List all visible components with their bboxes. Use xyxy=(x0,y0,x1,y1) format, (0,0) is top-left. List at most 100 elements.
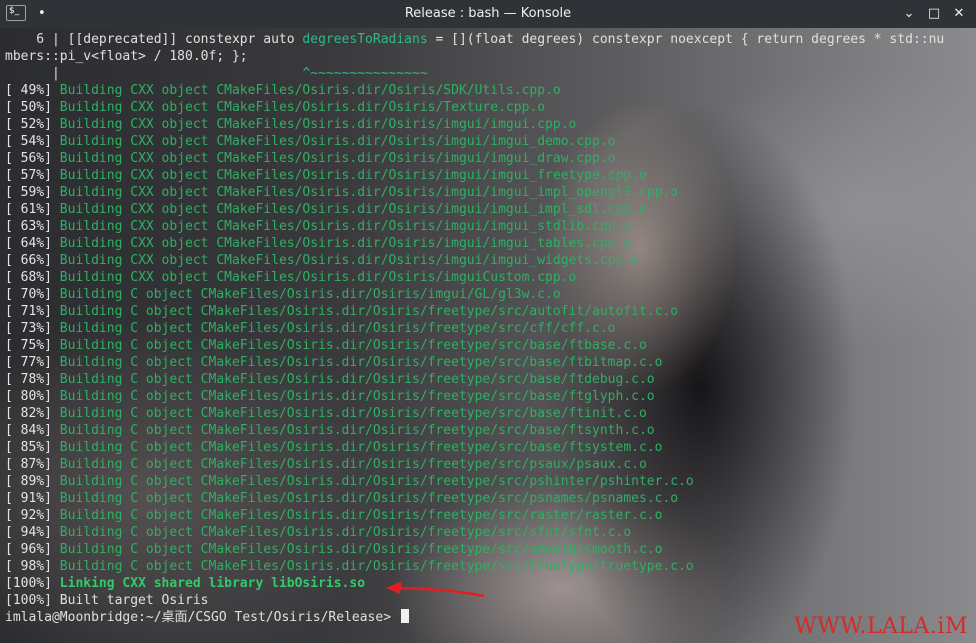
build-message: Building C object CMakeFiles/Osiris.dir/… xyxy=(59,491,679,506)
build-line: [ 49%] Building CXX object CMakeFiles/Os… xyxy=(5,82,973,99)
build-message: Building C object CMakeFiles/Osiris.dir/… xyxy=(59,287,561,302)
build-percent: [ 77%] xyxy=(5,355,52,370)
text-cursor xyxy=(400,609,409,623)
maximize-button[interactable]: □ xyxy=(925,5,943,23)
build-message: Building CXX object CMakeFiles/Osiris.di… xyxy=(59,270,577,285)
arrow-shaft xyxy=(393,586,485,598)
build-line: [ 54%] Building CXX object CMakeFiles/Os… xyxy=(5,133,973,150)
build-message: Building C object CMakeFiles/Osiris.dir/… xyxy=(59,508,663,523)
build-message: Building C object CMakeFiles/Osiris.dir/… xyxy=(59,355,663,370)
watermark-text: WWW.LALA.iM xyxy=(793,614,968,639)
build-message: Building CXX object CMakeFiles/Osiris.di… xyxy=(59,168,647,183)
build-percent: [ 61%] xyxy=(5,202,52,217)
build-line: [ 64%] Building CXX object CMakeFiles/Os… xyxy=(5,235,973,252)
warning-function-name: degreesToRadians xyxy=(302,32,428,47)
build-percent: [ 59%] xyxy=(5,185,52,200)
build-message: Building C object CMakeFiles/Osiris.dir/… xyxy=(59,321,616,336)
arrow-head xyxy=(386,581,402,594)
red-arrow-annotation xyxy=(386,581,485,598)
build-percent: [ 98%] xyxy=(5,559,52,574)
build-percent: [ 70%] xyxy=(5,287,52,302)
build-percent: [ 84%] xyxy=(5,423,52,438)
build-message: Building C object CMakeFiles/Osiris.dir/… xyxy=(59,304,679,319)
build-line: [ 56%] Building CXX object CMakeFiles/Os… xyxy=(5,150,973,167)
build-line: [ 85%] Building C object CMakeFiles/Osir… xyxy=(5,439,973,456)
build-line: [ 91%] Building C object CMakeFiles/Osir… xyxy=(5,490,973,507)
title-bar[interactable]: $_ • Release : bash — Konsole ⌄ □ ✕ xyxy=(0,0,976,28)
build-line: [ 68%] Building CXX object CMakeFiles/Os… xyxy=(5,269,973,286)
build-percent: [ 85%] xyxy=(5,440,52,455)
build-line: [ 87%] Building C object CMakeFiles/Osir… xyxy=(5,456,973,473)
build-message: Building CXX object CMakeFiles/Osiris.di… xyxy=(59,202,647,217)
build-percent: [ 54%] xyxy=(5,134,52,149)
build-line: [ 57%] Building CXX object CMakeFiles/Os… xyxy=(5,167,973,184)
build-message: Building CXX object CMakeFiles/Osiris.di… xyxy=(59,253,639,268)
build-percent: [ 89%] xyxy=(5,474,52,489)
build-message: Building C object CMakeFiles/Osiris.dir/… xyxy=(59,389,655,404)
build-message: Building C object CMakeFiles/Osiris.dir/… xyxy=(59,423,655,438)
build-line: [ 84%] Building C object CMakeFiles/Osir… xyxy=(5,422,973,439)
build-message: Building C object CMakeFiles/Osiris.dir/… xyxy=(59,372,655,387)
build-percent: [ 82%] xyxy=(5,406,52,421)
build-percent: [ 57%] xyxy=(5,168,52,183)
warning-tilde-pad xyxy=(60,66,303,81)
build-line: [ 77%] Building C object CMakeFiles/Osir… xyxy=(5,354,973,371)
build-message: Building C object CMakeFiles/Osiris.dir/… xyxy=(59,457,647,472)
minimize-button[interactable]: ⌄ xyxy=(900,5,918,23)
build-line: [ 66%] Building CXX object CMakeFiles/Os… xyxy=(5,252,973,269)
warning-text: 6 | [[deprecated]] constexpr auto xyxy=(5,32,303,47)
build-line: [ 70%] Building C object CMakeFiles/Osir… xyxy=(5,286,973,303)
build-percent: [ 64%] xyxy=(5,236,52,251)
build-message: Building CXX object CMakeFiles/Osiris.di… xyxy=(59,83,561,98)
build-percent: [ 87%] xyxy=(5,457,52,472)
build-message: Building C object CMakeFiles/Osiris.dir/… xyxy=(59,559,694,574)
warning-line-3: | ^~~~~~~~~~~~~~~~ xyxy=(5,65,973,82)
warning-tilde-marker: ^~~~~~~~~~~~~~~~ xyxy=(302,66,428,81)
build-message: Building C object CMakeFiles/Osiris.dir/… xyxy=(59,440,663,455)
build-line: [ 82%] Building C object CMakeFiles/Osir… xyxy=(5,405,973,422)
window-title: Release : bash — Konsole xyxy=(404,6,572,21)
build-line: [ 61%] Building CXX object CMakeFiles/Os… xyxy=(5,201,973,218)
build-line: [ 50%] Building CXX object CMakeFiles/Os… xyxy=(5,99,973,116)
build-message: Building C object CMakeFiles/Osiris.dir/… xyxy=(59,542,663,557)
build-line: [ 52%] Building CXX object CMakeFiles/Os… xyxy=(5,116,973,133)
build-percent: [ 50%] xyxy=(5,100,52,115)
build-percent: [ 80%] xyxy=(5,389,52,404)
warning-line-2: mbers::pi_v<float> / 180.0f; }; xyxy=(5,49,248,64)
build-line: [ 75%] Building C object CMakeFiles/Osir… xyxy=(5,337,973,354)
link-percent: [100%] xyxy=(5,576,52,591)
build-message: Building CXX object CMakeFiles/Osiris.di… xyxy=(59,151,616,166)
build-line: [ 89%] Building C object CMakeFiles/Osir… xyxy=(5,473,973,490)
build-percent: [ 94%] xyxy=(5,525,52,540)
build-percent: [ 92%] xyxy=(5,508,52,523)
build-line: [ 94%] Building C object CMakeFiles/Osir… xyxy=(5,524,973,541)
build-percent: [ 71%] xyxy=(5,304,52,319)
warning-bar: | xyxy=(5,66,60,81)
build-message: Building C object CMakeFiles/Osiris.dir/… xyxy=(59,338,647,353)
build-message: Building CXX object CMakeFiles/Osiris.di… xyxy=(59,100,546,115)
close-button[interactable]: ✕ xyxy=(950,5,968,23)
build-lines: [ 49%] Building CXX object CMakeFiles/Os… xyxy=(5,82,973,575)
terminal-lines: 6 | [[deprecated]] constexpr auto degree… xyxy=(5,31,973,626)
shell-prompt: imlala@Moonbridge:~/桌面/CSGO Test/Osiris/… xyxy=(5,610,399,625)
build-line: [ 80%] Building C object CMakeFiles/Osir… xyxy=(5,388,973,405)
build-line: [ 71%] Building C object CMakeFiles/Osir… xyxy=(5,303,973,320)
build-message: Building CXX object CMakeFiles/Osiris.di… xyxy=(59,219,632,234)
warning-text-rest: = [](float degrees) constexpr noexcept {… xyxy=(427,32,945,47)
terminal-output-area[interactable]: 6 | [[deprecated]] constexpr auto degree… xyxy=(0,28,976,643)
build-line: [ 92%] Building C object CMakeFiles/Osir… xyxy=(5,507,973,524)
build-percent: [ 78%] xyxy=(5,372,52,387)
build-message: Building C object CMakeFiles/Osiris.dir/… xyxy=(59,474,694,489)
build-message: Building CXX object CMakeFiles/Osiris.di… xyxy=(59,236,632,251)
build-message: Building CXX object CMakeFiles/Osiris.di… xyxy=(59,134,616,149)
build-percent: [ 49%] xyxy=(5,83,52,98)
build-percent: [ 91%] xyxy=(5,491,52,506)
build-line: [ 59%] Building CXX object CMakeFiles/Os… xyxy=(5,184,973,201)
build-percent: [ 73%] xyxy=(5,321,52,336)
build-percent: [ 52%] xyxy=(5,117,52,132)
build-line: [ 96%] Building C object CMakeFiles/Osir… xyxy=(5,541,973,558)
build-percent: [ 96%] xyxy=(5,542,52,557)
build-percent: [ 75%] xyxy=(5,338,52,353)
build-percent: [ 56%] xyxy=(5,151,52,166)
build-percent: [ 68%] xyxy=(5,270,52,285)
